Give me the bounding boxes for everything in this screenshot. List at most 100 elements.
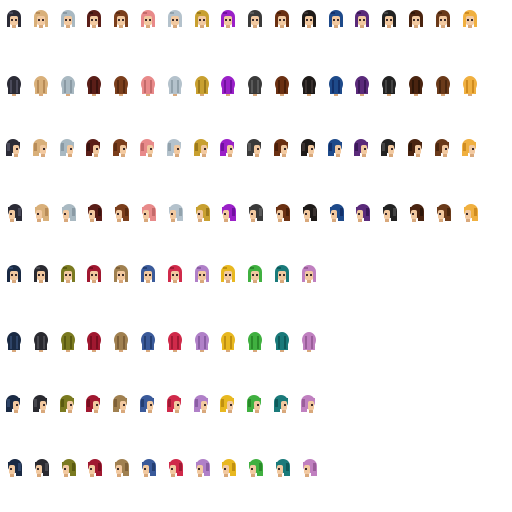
hair-sprite-set-a-front-5 — [110, 8, 132, 32]
hair-sprite-set-a-side-right-15 — [378, 137, 400, 161]
hair-sprite-set-a-back-15 — [378, 74, 400, 98]
hair-sprite-set-a-side-right-3 — [57, 137, 79, 161]
hair-sprite-set-a-back-9 — [217, 74, 239, 98]
hair-sprite-set-b-back-8 — [191, 330, 213, 354]
hair-sprite-set-a-back-10 — [244, 74, 266, 98]
hair-sprite-set-b-side-left-10 — [244, 457, 266, 481]
hair-sprite-set-b-back-10 — [244, 330, 266, 354]
hair-sprite-set-a-front-4 — [83, 8, 105, 32]
hair-sprite-set-b-front-12 — [298, 263, 320, 287]
hair-sprite-set-a-side-left-12 — [298, 202, 320, 226]
hair-sprite-set-b-back-11 — [271, 330, 293, 354]
hair-sprite-set-b-back-1 — [3, 330, 25, 354]
hair-sprite-set-b-side-right-8 — [191, 393, 213, 417]
hair-sprite-set-a-back-2 — [30, 74, 52, 98]
hair-sprite-set-b-side-right-10 — [244, 393, 266, 417]
hair-sprite-set-b-side-left-4 — [83, 457, 105, 481]
hair-sprite-set-b-back-3 — [57, 330, 79, 354]
hair-sprite-set-b-side-left-6 — [137, 457, 159, 481]
hair-sprite-set-a-front-11 — [271, 8, 293, 32]
hair-sprite-set-a-side-left-3 — [57, 202, 79, 226]
hair-sprite-set-a-back-1 — [3, 74, 25, 98]
hair-sprite-set-b-side-right-2 — [30, 393, 52, 417]
hair-sprite-set-a-back-12 — [298, 74, 320, 98]
hair-sprite-set-a-side-right-11 — [271, 137, 293, 161]
hair-sprite-set-a-back-3 — [57, 74, 79, 98]
hair-sprite-set-b-side-right-1 — [3, 393, 25, 417]
hair-sprite-set-a-side-right-17 — [432, 137, 454, 161]
hair-sprite-set-a-side-left-16 — [405, 202, 427, 226]
hair-sprite-set-b-side-left-8 — [191, 457, 213, 481]
hair-sprite-set-b-side-left-9 — [217, 457, 239, 481]
hair-sprite-set-b-back-2 — [30, 330, 52, 354]
hair-sprite-set-b-back-12 — [298, 330, 320, 354]
hair-sprite-set-a-front-15 — [378, 8, 400, 32]
hair-sprite-set-b-front-7 — [164, 263, 186, 287]
hair-sprite-set-a-side-left-17 — [432, 202, 454, 226]
hair-sprite-set-a-side-right-8 — [191, 137, 213, 161]
hair-sprite-set-a-back-5 — [110, 74, 132, 98]
hair-sprite-set-b-front-2 — [30, 263, 52, 287]
hair-sprite-set-b-side-right-9 — [217, 393, 239, 417]
hair-sprite-set-b-front-11 — [271, 263, 293, 287]
hair-sprite-set-a-side-left-10 — [244, 202, 266, 226]
hair-sprite-set-b-back-7 — [164, 330, 186, 354]
hair-sprite-set-a-side-left-1 — [3, 202, 25, 226]
hair-sprite-set-b-side-right-12 — [298, 393, 320, 417]
hair-sprite-set-b-side-left-11 — [271, 457, 293, 481]
hair-sprite-set-a-side-left-5 — [110, 202, 132, 226]
hair-sprite-set-a-side-right-2 — [30, 137, 52, 161]
hair-sprite-set-a-side-left-14 — [351, 202, 373, 226]
hair-sprite-set-b-side-left-7 — [164, 457, 186, 481]
hair-sprite-set-a-back-17 — [432, 74, 454, 98]
hair-sprite-set-a-back-6 — [137, 74, 159, 98]
hair-sprite-set-a-front-14 — [351, 8, 373, 32]
hair-sprite-set-b-front-4 — [83, 263, 105, 287]
hair-sprite-set-a-back-8 — [191, 74, 213, 98]
hair-sprite-set-a-front-12 — [298, 8, 320, 32]
hair-sprite-set-a-front-6 — [137, 8, 159, 32]
hair-sprite-set-a-side-right-5 — [110, 137, 132, 161]
hair-sprite-set-a-front-17 — [432, 8, 454, 32]
hair-sprite-set-a-side-left-9 — [217, 202, 239, 226]
hair-sprite-set-a-side-right-12 — [298, 137, 320, 161]
hair-sprite-set-b-back-4 — [83, 330, 105, 354]
hair-sprite-set-b-side-right-6 — [137, 393, 159, 417]
hair-sprite-set-a-side-left-11 — [271, 202, 293, 226]
hair-sprite-set-b-side-right-5 — [110, 393, 132, 417]
hair-sprite-set-a-side-left-7 — [164, 202, 186, 226]
hair-sprite-set-a-front-8 — [191, 8, 213, 32]
hair-sprite-set-b-front-5 — [110, 263, 132, 287]
hair-sprite-set-b-side-right-7 — [164, 393, 186, 417]
hair-sprite-set-b-side-left-1 — [3, 457, 25, 481]
hair-sprite-set-a-front-18 — [459, 8, 481, 32]
hair-sprite-set-b-side-right-4 — [83, 393, 105, 417]
hair-sprite-set-a-side-right-14 — [351, 137, 373, 161]
hair-sprite-set-a-side-left-8 — [191, 202, 213, 226]
hair-sprite-set-a-side-left-15 — [378, 202, 400, 226]
hair-sprite-set-a-front-1 — [3, 8, 25, 32]
hair-sprite-set-a-side-left-18 — [459, 202, 481, 226]
hair-sprite-set-b-front-8 — [191, 263, 213, 287]
hair-sprite-set-a-back-4 — [83, 74, 105, 98]
hair-sprite-set-a-back-13 — [325, 74, 347, 98]
hair-sprite-set-a-side-left-6 — [137, 202, 159, 226]
hair-sprite-set-b-front-10 — [244, 263, 266, 287]
hair-sprite-set-b-side-right-3 — [57, 393, 79, 417]
hair-sprite-set-b-side-left-5 — [110, 457, 132, 481]
hair-sprite-set-a-side-right-7 — [164, 137, 186, 161]
hair-sprite-set-b-side-right-11 — [271, 393, 293, 417]
sprite-sheet — [0, 0, 512, 512]
hair-sprite-set-a-back-16 — [405, 74, 427, 98]
hair-sprite-set-a-front-10 — [244, 8, 266, 32]
hair-sprite-set-b-front-9 — [217, 263, 239, 287]
hair-sprite-set-b-side-left-12 — [298, 457, 320, 481]
hair-sprite-set-b-front-1 — [3, 263, 25, 287]
hair-sprite-set-a-back-14 — [351, 74, 373, 98]
hair-sprite-set-a-front-13 — [325, 8, 347, 32]
hair-sprite-set-b-back-9 — [217, 330, 239, 354]
hair-sprite-set-a-side-left-4 — [83, 202, 105, 226]
hair-sprite-set-a-front-7 — [164, 8, 186, 32]
hair-sprite-set-a-side-right-4 — [83, 137, 105, 161]
hair-sprite-set-a-side-right-16 — [405, 137, 427, 161]
